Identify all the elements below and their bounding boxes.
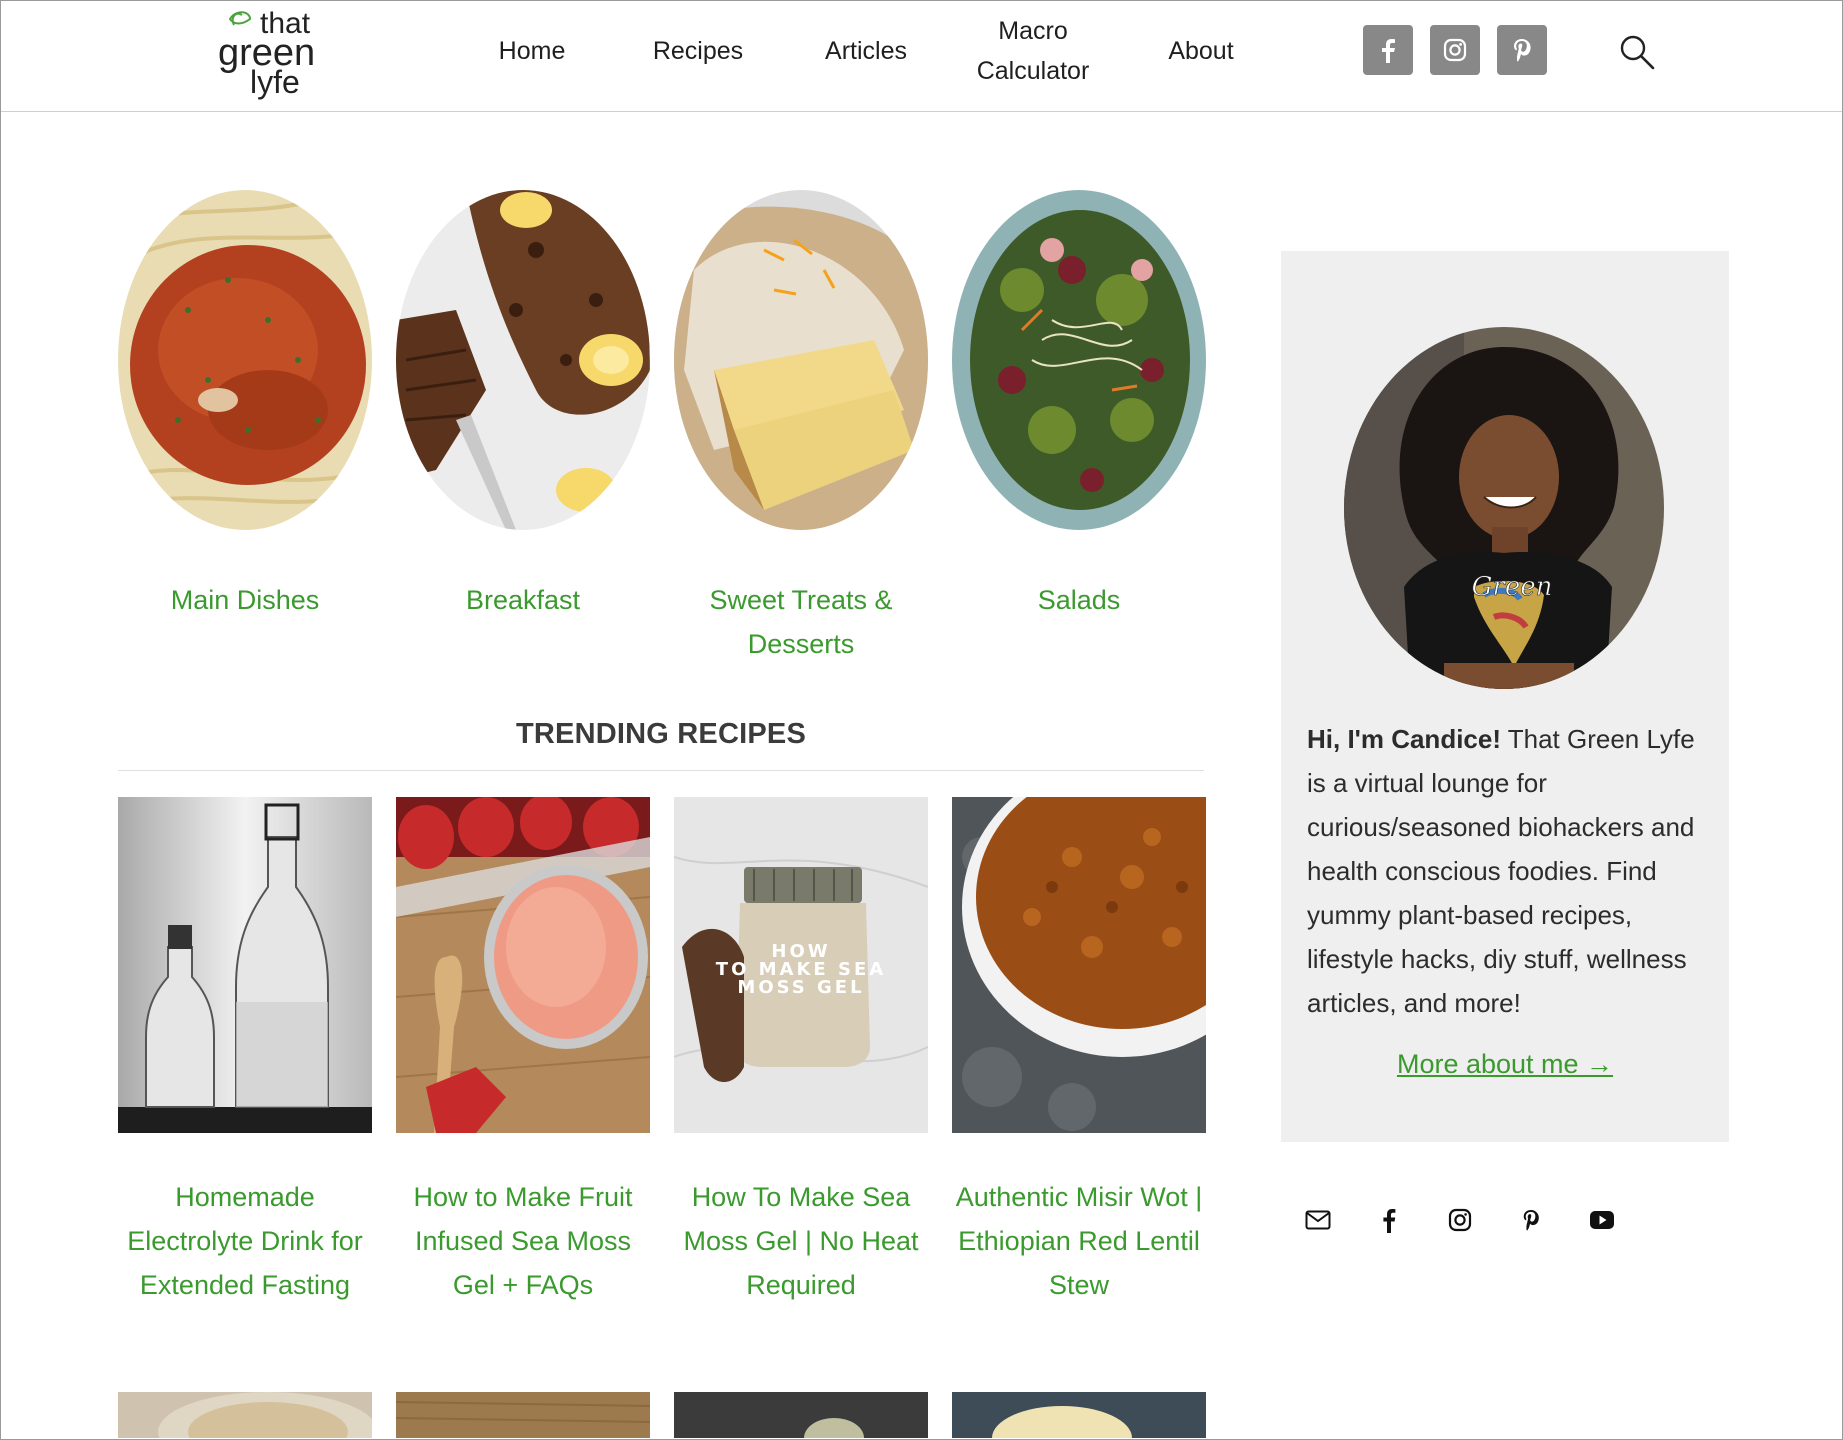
- nav-macro-calculator[interactable]: Macro Calculator: [971, 11, 1095, 91]
- recipe-card-fruit-sea-moss[interactable]: How to Make Fruit Infused Sea Moss Gel +…: [396, 797, 650, 1307]
- author-avatar: Green: [1344, 327, 1664, 689]
- recipe-card-next[interactable]: [118, 1392, 372, 1438]
- recipe-title-line2: Ethiopian Red Lentil: [958, 1226, 1200, 1256]
- recipe-card-next[interactable]: [396, 1392, 650, 1438]
- category-label: Breakfast: [465, 585, 581, 615]
- category-label-line2: Desserts: [747, 629, 855, 659]
- category-label: Sweet Treats & Desserts: [674, 578, 928, 666]
- category-salads[interactable]: Salads: [952, 190, 1206, 622]
- recipe-title: Homemade Electrolyte Drink for Extended …: [118, 1175, 372, 1307]
- author-bio-text: That Green Lyfe is a virtual lounge for …: [1307, 724, 1695, 1018]
- nav-home[interactable]: Home: [485, 31, 579, 71]
- pinterest-icon: [1523, 1210, 1539, 1231]
- more-about-me-link[interactable]: More about me →: [1281, 1049, 1729, 1080]
- logo-mark: that green lyfe: [218, 7, 315, 100]
- follow-instagram-button[interactable]: [1443, 1203, 1477, 1237]
- author-greeting: Hi, I'm Candice!: [1307, 724, 1501, 754]
- category-label-line1: Sweet Treats &: [709, 585, 893, 615]
- svg-text:Green: Green: [1472, 572, 1553, 602]
- recipe-title-line3: Gel + FAQs: [452, 1270, 594, 1300]
- trending-heading: TRENDING RECIPES: [515, 718, 806, 750]
- recipe-title-line2: Moss Gel | No Heat: [683, 1226, 919, 1256]
- search-button[interactable]: [1618, 33, 1656, 71]
- instagram-icon: [1448, 1208, 1472, 1232]
- header-facebook-button[interactable]: [1363, 25, 1413, 75]
- recipe-thumbnail: [396, 797, 650, 1133]
- recipe-title-line3: Extended Fasting: [139, 1270, 351, 1300]
- instagram-icon: [1443, 38, 1467, 62]
- recipe-title: Authentic Misir Wot | Ethiopian Red Lent…: [952, 1175, 1206, 1307]
- svg-text:MOSS GEL: MOSS GEL: [737, 977, 864, 998]
- header-instagram-button[interactable]: [1430, 25, 1480, 75]
- category-breakfast[interactable]: Breakfast: [396, 190, 650, 622]
- site-logo[interactable]: that green lyfe: [216, 5, 346, 101]
- recipe-thumbnail: [952, 797, 1206, 1133]
- trending-divider: [118, 770, 1204, 771]
- about-sidebar: Green Hi, I'm Candice! That Green Lyfe i…: [1281, 251, 1729, 1142]
- recipe-title-line1: How To Make Sea: [691, 1182, 911, 1212]
- nav-macro-line2: Calculator: [976, 57, 1090, 85]
- nav-macro-line1: Macro: [998, 17, 1068, 45]
- header-pinterest-button[interactable]: [1497, 25, 1547, 75]
- facebook-icon: [1383, 1209, 1396, 1233]
- nav-articles[interactable]: Articles: [817, 31, 915, 71]
- follow-email-button[interactable]: [1301, 1203, 1335, 1237]
- main-dishes-image: [118, 190, 372, 530]
- follow-pinterest-button[interactable]: [1514, 1203, 1548, 1237]
- recipe-title: How to Make Fruit Infused Sea Moss Gel +…: [396, 1175, 650, 1307]
- recipe-title-line1: Authentic Misir Wot |: [955, 1182, 1203, 1212]
- recipe-title-line2: Infused Sea Moss: [414, 1226, 632, 1256]
- follow-youtube-button[interactable]: [1585, 1203, 1619, 1237]
- recipe-title-line3: Stew: [1048, 1270, 1110, 1300]
- youtube-icon: [1590, 1211, 1614, 1229]
- nav-about[interactable]: About: [1161, 31, 1241, 71]
- recipe-title-line1: How to Make Fruit: [413, 1182, 633, 1212]
- recipe-card-next[interactable]: [952, 1392, 1206, 1438]
- recipe-card-sea-moss-gel[interactable]: HOW TO MAKE SEA MOSS GEL How To Make Sea…: [674, 797, 928, 1307]
- breakfast-image: [396, 190, 650, 530]
- recipe-thumbnail: HOW TO MAKE SEA MOSS GEL: [674, 797, 928, 1133]
- category-main-dishes[interactable]: Main Dishes: [118, 190, 372, 622]
- recipe-title-line3: Required: [746, 1270, 856, 1300]
- sweet-treats-image: [674, 190, 928, 530]
- nav-recipes[interactable]: Recipes: [648, 31, 748, 71]
- recipe-card-next[interactable]: [674, 1392, 928, 1438]
- recipe-card-electrolyte[interactable]: Homemade Electrolyte Drink for Extended …: [118, 797, 372, 1307]
- pinterest-icon: [1514, 39, 1531, 62]
- email-icon: [1305, 1210, 1331, 1230]
- recipe-card-misir-wot[interactable]: Authentic Misir Wot | Ethiopian Red Lent…: [952, 797, 1206, 1307]
- category-label: Salads: [1037, 585, 1121, 615]
- recipe-title-line2: Electrolyte Drink for: [127, 1226, 363, 1256]
- salads-image: [952, 190, 1206, 530]
- site-header: that green lyfe Home Recipes Articles Ma…: [1, 1, 1842, 112]
- facebook-icon: [1382, 39, 1395, 63]
- recipe-thumbnail: [118, 797, 372, 1133]
- svg-text:lyfe: lyfe: [250, 64, 300, 100]
- follow-facebook-button[interactable]: [1372, 1203, 1406, 1237]
- category-sweet-treats[interactable]: Sweet Treats & Desserts: [674, 190, 928, 666]
- search-icon: [1620, 35, 1655, 70]
- recipe-title: How To Make Sea Moss Gel | No Heat Requi…: [674, 1175, 928, 1307]
- recipe-title-line1: Homemade: [175, 1182, 315, 1212]
- category-label: Main Dishes: [170, 585, 320, 615]
- author-bio: Hi, I'm Candice! That Green Lyfe is a vi…: [1307, 717, 1717, 1025]
